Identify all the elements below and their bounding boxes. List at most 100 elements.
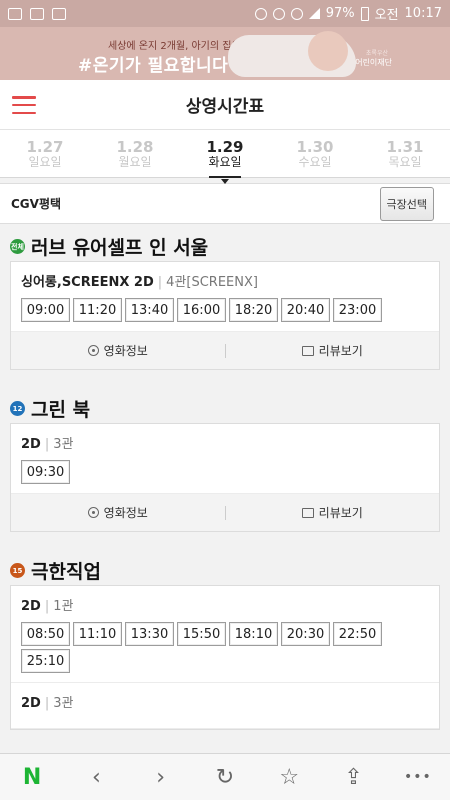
showtime-button[interactable]: 11:10: [73, 622, 122, 646]
ad-banner[interactable]: 세상에 온지 2개월, 아기의 집은 보육원 #온기가 필요합니다 초록우산 어…: [0, 27, 450, 80]
gallery-icon: [30, 7, 44, 20]
more-menu-icon[interactable]: •••: [398, 757, 438, 797]
date-tab-date: 1.31: [386, 138, 424, 156]
review-button[interactable]: 리뷰보기: [226, 342, 440, 359]
showtime-button[interactable]: 18:10: [229, 622, 278, 646]
date-tab-date: 1.27: [26, 138, 64, 156]
banner-baby-image: [228, 31, 356, 77]
date-tab-day: 수요일: [298, 155, 332, 169]
showtime-card: 싱어롱,SCREENX 2D | 4관[SCREENX] 09:00 11:20 1…: [10, 261, 440, 370]
date-tab-0130[interactable]: 1.30 수요일: [270, 130, 360, 177]
card-footer: 영화정보 리뷰보기: [11, 332, 439, 369]
movie-item: 전체 러브 유어셀프 인 서울 싱어롱,SCREENX 2D | 4관[SCREEN…: [0, 226, 450, 370]
date-tab-date: 1.29: [206, 138, 244, 156]
notification-icons: [8, 7, 66, 20]
showtime-button[interactable]: 18:20: [229, 298, 278, 322]
browser-toolbar: N ‹ › ↻ ☆ ⇪ •••: [0, 753, 450, 800]
slot-label: 2D | 3관: [21, 692, 429, 711]
showtime-button[interactable]: 13:30: [125, 622, 174, 646]
movie-info-button[interactable]: 영화정보: [11, 504, 225, 521]
showtime-button[interactable]: 11:20: [73, 298, 122, 322]
showtime-button[interactable]: 20:30: [281, 622, 330, 646]
rating-all-icon: 전체: [10, 239, 25, 254]
naver-home-icon[interactable]: N: [12, 757, 52, 797]
movie-info-label: 영화정보: [103, 506, 148, 520]
select-theater-button[interactable]: 극장선택: [379, 186, 434, 221]
showtime-slot: 싱어롱,SCREENX 2D | 4관[SCREENX] 09:00 11:20 1…: [11, 262, 439, 332]
share-icon[interactable]: ⇪: [334, 757, 374, 797]
hall-name: 3관: [53, 696, 74, 711]
page-header: 상영시간표: [0, 80, 450, 130]
date-tab-date: 1.30: [296, 138, 334, 156]
slot-label: 2D | 1관: [21, 595, 429, 614]
slot-label: 2D | 3관: [21, 433, 429, 452]
showtime-buttons: 09:30: [21, 460, 429, 484]
showtime-button[interactable]: 13:40: [125, 298, 174, 322]
review-icon: [301, 345, 314, 356]
page-title: 상영시간표: [185, 97, 265, 117]
film-reel-icon: [87, 507, 99, 518]
date-tab-day: 일요일: [28, 155, 62, 169]
separator: |: [44, 696, 50, 711]
showtime-slot: 2D | 3관 09:30: [11, 424, 439, 494]
status-bar: 97% 오전 10:17: [0, 0, 450, 27]
movie-header: 전체 러브 유어셀프 인 서울: [0, 226, 450, 261]
banner-logo: 어린이재단: [355, 58, 392, 67]
movie-item: 15 극한직업 2D | 1관 08:50 11:10 13:30 15:50 18…: [0, 550, 450, 730]
showtime-button[interactable]: 16:00: [177, 298, 226, 322]
date-tab-day: 목요일: [388, 155, 422, 169]
showtime-button[interactable]: 08:50: [21, 622, 70, 646]
rating-15-icon: 15: [10, 563, 25, 578]
movie-info-button[interactable]: 영화정보: [11, 342, 225, 359]
movie-info-label: 영화정보: [103, 344, 148, 358]
sync-icon: [254, 7, 267, 20]
date-tab-0129[interactable]: 1.29 화요일: [180, 130, 270, 184]
film-reel-icon: [87, 345, 99, 356]
hall-name: 1관: [53, 599, 74, 614]
date-tab-0131[interactable]: 1.31 목요일: [360, 130, 450, 177]
hall-name: 3관: [53, 437, 74, 452]
showtime-card: 2D | 1관 08:50 11:10 13:30 15:50 18:10 20:3…: [10, 585, 440, 730]
showtime-button[interactable]: 09:30: [21, 460, 70, 484]
showtime-button[interactable]: 23:00: [333, 298, 382, 322]
movie-list[interactable]: 전체 러브 유어셀프 인 서울 싱어롱,SCREENX 2D | 4관[SCREEN…: [0, 226, 450, 753]
showtime-button[interactable]: 22:50: [333, 622, 382, 646]
separator: |: [44, 599, 50, 614]
movie-header: 12 그린 북: [0, 388, 450, 423]
review-label: 리뷰보기: [318, 344, 363, 358]
refresh-icon[interactable]: ↻: [205, 757, 245, 797]
hall-name: 4관[SCREENX]: [166, 275, 258, 290]
screen-format: 2D: [21, 599, 41, 614]
separator: |: [157, 275, 163, 290]
showtime-button[interactable]: 20:40: [281, 298, 330, 322]
review-icon: [301, 507, 314, 518]
movie-title[interactable]: 그린 북: [31, 395, 90, 422]
forward-icon[interactable]: ›: [141, 757, 181, 797]
date-tab-date: 1.28: [116, 138, 154, 156]
theater-name: CGV평택: [11, 197, 62, 211]
back-icon[interactable]: ‹: [76, 757, 116, 797]
system-icons: 97% 오전 10:17: [254, 4, 442, 23]
review-label: 리뷰보기: [318, 506, 363, 520]
alarm-icon: [272, 7, 285, 20]
rating-12-icon: 12: [10, 401, 25, 416]
battery-icon: [360, 6, 369, 21]
hamburger-menu-icon[interactable]: [12, 96, 36, 114]
movie-item: 12 그린 북 2D | 3관 09:30 영화정보 리뷰보기: [0, 388, 450, 532]
banner-logo-top: 초록우산: [365, 50, 388, 57]
chat-icon: [52, 7, 66, 20]
date-tab-0127[interactable]: 1.27 일요일: [0, 130, 90, 177]
time-ampm: 오전: [374, 8, 399, 23]
banner-headline: #온기가 필요합니다: [78, 56, 229, 76]
review-button[interactable]: 리뷰보기: [226, 504, 440, 521]
movie-title[interactable]: 극한직업: [31, 557, 101, 584]
date-tab-0128[interactable]: 1.28 월요일: [90, 130, 180, 177]
showtime-button[interactable]: 15:50: [177, 622, 226, 646]
date-tab-day: 화요일: [208, 155, 242, 169]
date-tab-day: 월요일: [118, 155, 152, 169]
movie-title[interactable]: 러브 유어셀프 인 서울: [31, 233, 208, 260]
showtime-button[interactable]: 25:10: [21, 649, 70, 673]
showtime-button[interactable]: 09:00: [21, 298, 70, 322]
bookmark-star-icon[interactable]: ☆: [269, 757, 309, 797]
card-footer: 영화정보 리뷰보기: [11, 494, 439, 531]
